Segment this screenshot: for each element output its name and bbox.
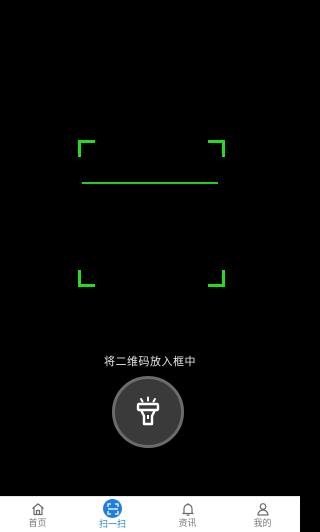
scan-hint: 将二维码放入框中 [104,355,196,368]
user-icon [255,501,271,517]
frame-corner-bottom-right [208,270,225,287]
tab-news[interactable]: 资讯 [150,497,225,532]
scanner-viewfinder: 将二维码放入框中 [0,0,300,496]
scan-icon [103,499,122,518]
tab-profile[interactable]: 我的 [225,497,300,532]
scan-line [82,182,218,184]
tab-scan-label: 扫一扫 [98,520,126,530]
tab-news-label: 资讯 [178,519,197,529]
tab-home-label: 首页 [28,519,47,529]
frame-corner-top-right [208,140,225,157]
bottom-tab-bar: 首页 扫一扫 资讯 我的 [0,496,300,532]
tab-home[interactable]: 首页 [0,497,75,532]
home-icon [30,501,46,517]
flashlight-button[interactable] [112,376,184,448]
frame-corner-bottom-left [78,270,95,287]
frame-corner-top-left [78,140,95,157]
flashlight-icon [136,396,160,426]
tab-profile-label: 我的 [253,519,272,529]
bell-icon [180,501,196,517]
tab-scan[interactable]: 扫一扫 [75,497,150,532]
